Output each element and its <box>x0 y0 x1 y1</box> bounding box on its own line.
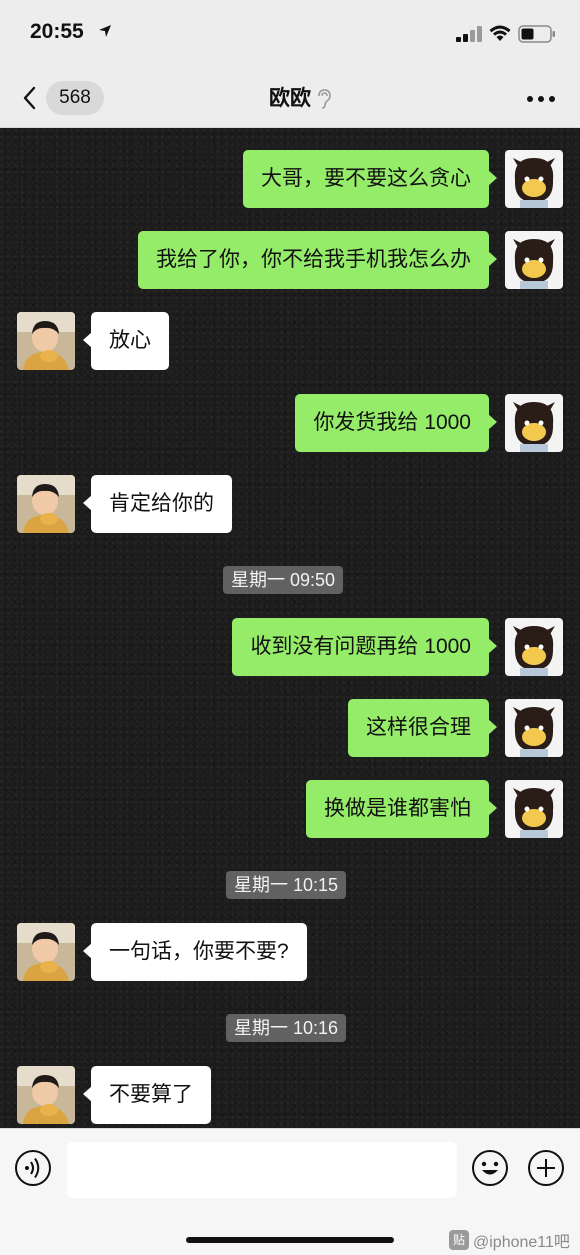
plus-icon <box>527 1150 565 1191</box>
my-avatar[interactable] <box>505 231 563 289</box>
more-button[interactable] <box>522 84 562 114</box>
message-row: 你发货我给 1000 <box>0 394 580 452</box>
timestamp-divider: 星期一 10:15 <box>226 871 347 899</box>
contact-avatar[interactable] <box>17 1066 75 1124</box>
message-row: 不要算了 <box>0 1066 580 1124</box>
home-indicator <box>186 1237 394 1243</box>
chevron-left-icon <box>22 86 36 115</box>
watermark-text: @iphone11吧 <box>473 1234 570 1251</box>
outgoing-message-bubble[interactable]: 换做是谁都害怕 <box>306 780 497 838</box>
emoji-button[interactable] <box>471 1149 509 1187</box>
outgoing-message-bubble[interactable]: 大哥，要不要这么贪心 <box>243 150 497 208</box>
my-avatar[interactable] <box>505 699 563 757</box>
watermark-logo: 贴 <box>449 1230 469 1250</box>
message-row: 我给了你，你不给我手机我怎么办 <box>0 231 580 289</box>
contact-avatar[interactable] <box>17 923 75 981</box>
message-row: 换做是谁都害怕 <box>0 780 580 838</box>
message-row: 肯定给你的 <box>0 475 580 533</box>
timestamp-divider: 星期一 10:16 <box>226 1014 347 1042</box>
incoming-message-bubble[interactable]: 不要算了 <box>83 1066 211 1124</box>
my-avatar[interactable] <box>505 150 563 208</box>
message-row: 这样很合理 <box>0 699 580 757</box>
chat-messages-area[interactable]: 大哥，要不要这么贪心 我给了你，你不给我手机我怎么办 放心 你发货我给 1000… <box>0 128 580 1128</box>
chat-header: 欧欧 568 <box>0 70 580 128</box>
watermark: 贴 @iphone11吧 <box>449 1228 570 1251</box>
my-avatar[interactable] <box>505 618 563 676</box>
timestamp-divider: 星期一 09:50 <box>223 566 344 594</box>
incoming-message-bubble[interactable]: 一句话，你要不要? <box>83 923 307 981</box>
status-bar: 20:55 <box>0 0 580 70</box>
ear-icon <box>316 88 332 115</box>
status-time: 20:55 <box>30 20 84 43</box>
wifi-icon <box>488 24 512 47</box>
location-arrow-icon <box>98 24 112 43</box>
contact-avatar[interactable] <box>17 312 75 370</box>
emoji-icon <box>471 1150 509 1191</box>
voice-icon <box>14 1150 52 1191</box>
input-bar: 贴 @iphone11吧 <box>0 1128 580 1255</box>
more-actions-button[interactable] <box>527 1149 565 1187</box>
battery-icon <box>518 25 556 48</box>
outgoing-message-bubble[interactable]: 这样很合理 <box>348 699 497 757</box>
message-row: 放心 <box>0 312 580 370</box>
message-row: 收到没有问题再给 1000 <box>0 618 580 676</box>
signal-icon <box>456 26 484 47</box>
unread-count-badge: 568 <box>46 81 104 115</box>
more-dots-icon <box>522 96 562 118</box>
voice-button[interactable] <box>14 1149 52 1187</box>
incoming-message-bubble[interactable]: 肯定给你的 <box>83 475 232 533</box>
contact-avatar[interactable] <box>17 475 75 533</box>
outgoing-message-bubble[interactable]: 收到没有问题再给 1000 <box>232 618 497 676</box>
my-avatar[interactable] <box>505 780 563 838</box>
outgoing-message-bubble[interactable]: 我给了你，你不给我手机我怎么办 <box>138 231 497 289</box>
incoming-message-bubble[interactable]: 放心 <box>83 312 169 370</box>
my-avatar[interactable] <box>505 394 563 452</box>
message-row: 大哥，要不要这么贪心 <box>0 150 580 208</box>
outgoing-message-bubble[interactable]: 你发货我给 1000 <box>295 394 497 452</box>
message-input[interactable] <box>67 1142 457 1198</box>
back-button[interactable]: 568 <box>16 80 106 116</box>
message-row: 一句话，你要不要? <box>0 923 580 981</box>
